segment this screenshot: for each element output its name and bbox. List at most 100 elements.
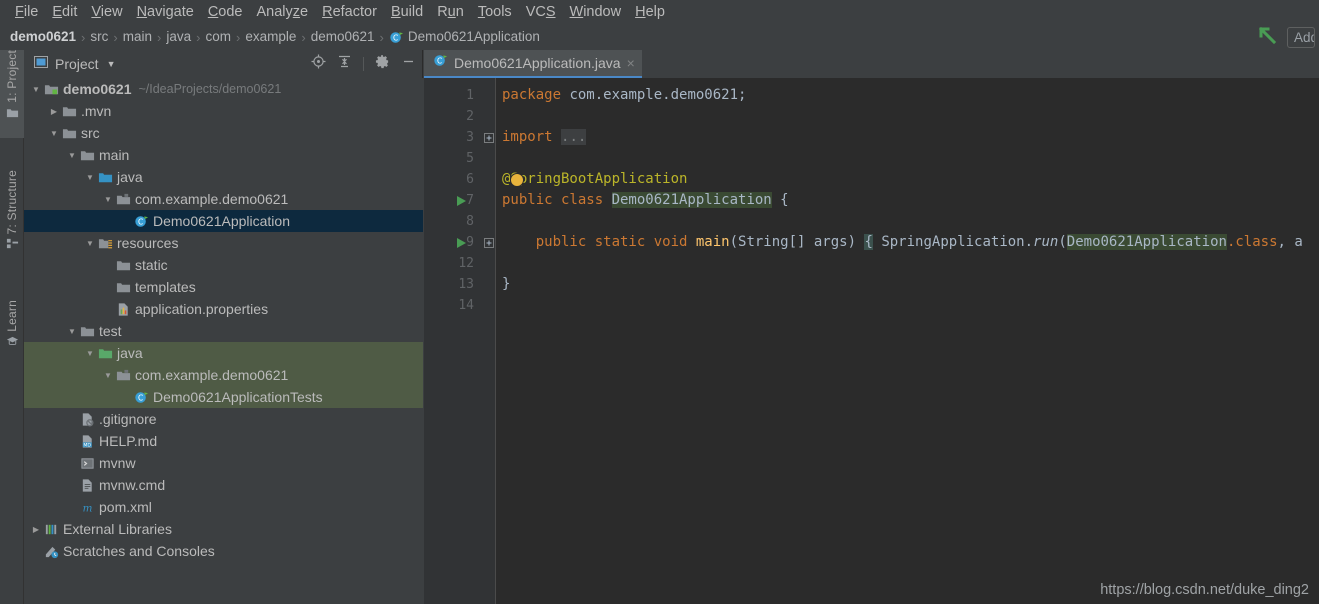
breadcrumb-item-7[interactable]: Demo0621Application bbox=[408, 29, 540, 45]
tree-node-java[interactable]: ▼ java bbox=[24, 166, 423, 188]
code-line[interactable]: import ... bbox=[502, 127, 587, 148]
breadcrumb-separator: › bbox=[379, 29, 384, 45]
menu-item-file[interactable]: File bbox=[8, 1, 45, 23]
tree-node-templates[interactable]: templates bbox=[24, 276, 423, 298]
breadcrumb-item-5[interactable]: example bbox=[245, 29, 296, 45]
chevron-right-icon[interactable]: ▶ bbox=[48, 105, 60, 117]
breadcrumb-item-3[interactable]: java bbox=[166, 29, 191, 45]
tool-window-button-structure[interactable]: 7: Structure bbox=[0, 170, 24, 270]
tree-node-scratches-and-consoles[interactable]: Scratches and Consoles bbox=[24, 540, 423, 562]
green-arrow-up-left-icon[interactable] bbox=[1257, 25, 1279, 50]
tree-node-com-example-demo0621[interactable]: ▼ com.example.demo0621 bbox=[24, 188, 423, 210]
tree-node-resources[interactable]: ▼ resources bbox=[24, 232, 423, 254]
project-module-icon bbox=[42, 82, 60, 97]
tree-node-static[interactable]: static bbox=[24, 254, 423, 276]
chevron-down-icon[interactable]: ▼ bbox=[48, 127, 60, 139]
editor-code-column[interactable]: package com.example.demo0621; import ... @… bbox=[496, 78, 1319, 604]
tree-node-label: Scratches and Consoles bbox=[63, 543, 215, 559]
editor-fold-column[interactable] bbox=[482, 78, 496, 604]
tree-no-arrow bbox=[120, 215, 132, 227]
menu-item-code[interactable]: Code bbox=[201, 1, 250, 23]
tree-node-mvnw-cmd[interactable]: mvnw.cmd bbox=[24, 474, 423, 496]
menu-item-edit[interactable]: Edit bbox=[45, 1, 84, 23]
collapse-all-icon[interactable] bbox=[337, 54, 352, 74]
tree-node-pom-xml[interactable]: m pom.xml bbox=[24, 496, 423, 518]
tree-node-application-properties[interactable]: application.properties bbox=[24, 298, 423, 320]
menu-item-vcs[interactable]: VCS bbox=[519, 1, 563, 23]
menu-item-window[interactable]: Window bbox=[563, 1, 629, 23]
tree-node-com-example-demo0621[interactable]: ▼ com.example.demo0621 bbox=[24, 364, 423, 386]
tree-node-test[interactable]: ▼ test bbox=[24, 320, 423, 342]
code-line[interactable]: @SpringBootApplication bbox=[502, 169, 687, 190]
code-editor[interactable]: 1 2 3 5 6 7 8 9 12 13 14 package com.example.demo0… bbox=[424, 78, 1319, 604]
code-line[interactable]: public class Demo0621Application { bbox=[502, 190, 789, 211]
folder-icon bbox=[114, 280, 132, 295]
breadcrumb: demo0621 › src › main › java › com › example › demo0… bbox=[0, 24, 1319, 50]
chevron-down-icon[interactable]: ▼ bbox=[84, 237, 96, 249]
tool-window-stripe: 1: Project 7: Structure Learn bbox=[0, 50, 24, 604]
breadcrumb-item-4[interactable]: com bbox=[205, 29, 231, 45]
svg-text:C: C bbox=[137, 217, 142, 226]
code-line[interactable]: } bbox=[502, 274, 510, 295]
chevron-down-icon[interactable]: ▼ bbox=[84, 171, 96, 183]
tree-node-label: java bbox=[117, 169, 143, 185]
yellow-lightbulb-icon[interactable] bbox=[511, 174, 523, 186]
tree-node--gitignore[interactable]: .gitignore bbox=[24, 408, 423, 430]
menu-item-analyze[interactable]: Analyze bbox=[250, 1, 316, 23]
chevron-down-icon[interactable]: ▼ bbox=[84, 347, 96, 359]
chevron-right-icon[interactable]: ▶ bbox=[30, 523, 42, 535]
code-line[interactable]: package com.example.demo0621; bbox=[502, 85, 746, 106]
tree-node--mvn[interactable]: ▶ .mvn bbox=[24, 100, 423, 122]
menu-item-build[interactable]: Build bbox=[384, 1, 430, 23]
breadcrumb-item-2[interactable]: main bbox=[123, 29, 152, 45]
minimize-icon[interactable] bbox=[401, 54, 416, 74]
tree-no-arrow bbox=[120, 391, 132, 403]
menu-item-view[interactable]: View bbox=[84, 1, 129, 23]
menu-item-tools[interactable]: Tools bbox=[471, 1, 519, 23]
close-icon[interactable]: × bbox=[627, 56, 635, 70]
menu-item-run[interactable]: Run bbox=[430, 1, 471, 23]
menu-item-refactor[interactable]: Refactor bbox=[315, 1, 384, 23]
fold-expand-icon[interactable] bbox=[483, 232, 495, 253]
tree-node-mvnw[interactable]: mvnw bbox=[24, 452, 423, 474]
breadcrumb-item-6[interactable]: demo0621 bbox=[311, 29, 375, 45]
tree-node-main[interactable]: ▼ main bbox=[24, 144, 423, 166]
project-tool-window: Project ▼ ▼ demo0621 ~/IdeaProjects/demo… bbox=[24, 50, 423, 604]
menu-item-help[interactable]: Help bbox=[628, 1, 672, 23]
locate-icon[interactable] bbox=[311, 54, 326, 74]
breadcrumb-separator: › bbox=[157, 29, 162, 45]
svg-text:C: C bbox=[393, 33, 398, 42]
tool-window-button-project[interactable]: 1: Project bbox=[0, 50, 24, 138]
menu-item-navigate[interactable]: Navigate bbox=[130, 1, 201, 23]
breadcrumb-item-1[interactable]: src bbox=[90, 29, 108, 45]
run-gutter-icon[interactable] bbox=[456, 232, 468, 253]
run-gutter-icon[interactable] bbox=[456, 190, 468, 211]
tree-node-java[interactable]: ▼ java bbox=[24, 342, 423, 364]
tree-node-demo0621application[interactable]: C Demo0621Application bbox=[24, 210, 423, 232]
fold-expand-icon[interactable] bbox=[483, 127, 495, 148]
tree-node-src[interactable]: ▼ src bbox=[24, 122, 423, 144]
tool-window-button-learn[interactable]: Learn bbox=[0, 300, 24, 362]
chevron-down-icon[interactable]: ▼ bbox=[107, 59, 116, 69]
code-line[interactable]: public static void main(String[] args) {… bbox=[502, 232, 1319, 253]
source-folder-blue-icon bbox=[96, 170, 114, 185]
editor-gutter[interactable]: 1 2 3 5 6 7 8 9 12 13 14 bbox=[424, 78, 482, 604]
tree-node-help-md[interactable]: MD HELP.md bbox=[24, 430, 423, 452]
breadcrumb-item-0[interactable]: demo0621 bbox=[10, 29, 76, 45]
tree-node-demo0621applicationtests[interactable]: C Demo0621ApplicationTests bbox=[24, 386, 423, 408]
chevron-down-icon[interactable]: ▼ bbox=[102, 369, 114, 381]
chevron-down-icon[interactable]: ▼ bbox=[66, 149, 78, 161]
add-button[interactable]: Add bbox=[1287, 26, 1315, 48]
chevron-down-icon[interactable]: ▼ bbox=[66, 325, 78, 337]
project-tree[interactable]: ▼ demo0621 ~/IdeaProjects/demo0621 ▶ .mvn ▼ sr… bbox=[24, 78, 423, 604]
tree-node-label: HELP.md bbox=[99, 433, 158, 449]
tree-node-demo0621[interactable]: ▼ demo0621 ~/IdeaProjects/demo0621 bbox=[24, 78, 423, 100]
chevron-down-icon[interactable]: ▼ bbox=[102, 193, 114, 205]
editor-tab-demo0621application[interactable]: C Demo0621Application.java × bbox=[424, 50, 642, 78]
tree-node-external-libraries[interactable]: ▶ External Libraries bbox=[24, 518, 423, 540]
chevron-down-icon[interactable]: ▼ bbox=[30, 83, 42, 95]
tree-node-label: com.example.demo0621 bbox=[135, 191, 289, 207]
gear-icon[interactable] bbox=[375, 54, 390, 74]
editor-scrollbar[interactable] bbox=[1305, 78, 1319, 604]
package-icon bbox=[114, 368, 132, 383]
